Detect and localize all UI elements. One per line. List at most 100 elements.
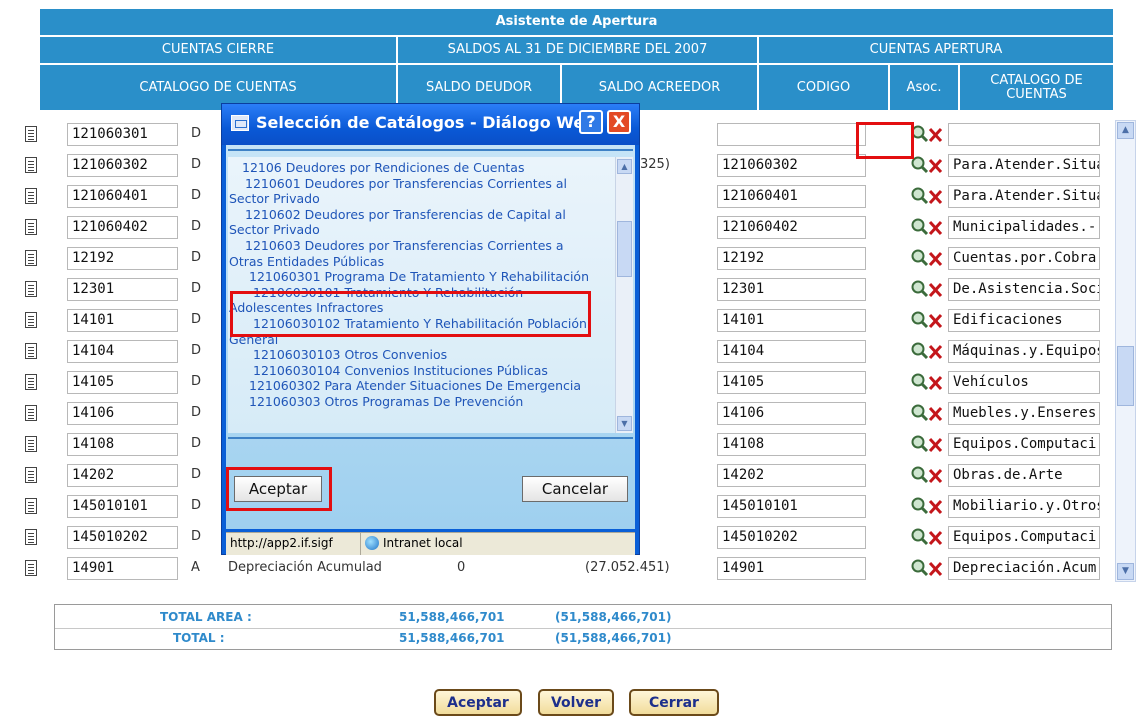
search-icon[interactable] xyxy=(910,434,944,454)
tree-scroll-thumb[interactable] xyxy=(617,221,632,277)
code-field[interactable]: 145010202 xyxy=(717,526,866,549)
tree-scroll-up-icon[interactable]: ▲ xyxy=(617,159,632,174)
search-icon[interactable] xyxy=(910,217,944,237)
search-icon[interactable] xyxy=(910,155,944,175)
account-field[interactable]: 14104 xyxy=(67,340,178,363)
account-field[interactable]: 12301 xyxy=(67,278,178,301)
catalog-name-field[interactable] xyxy=(948,123,1100,146)
tree-item[interactable]: 121060303 Otros Programas De Prevención xyxy=(249,394,523,409)
dialog-cancel-button[interactable]: Cancelar xyxy=(522,476,628,502)
search-icon[interactable] xyxy=(910,310,944,330)
code-field[interactable]: 14202 xyxy=(717,464,866,487)
catalog-name-field[interactable]: Máquinas.y.Equipos xyxy=(948,340,1100,363)
edit-row-icon[interactable] xyxy=(25,312,37,328)
edit-row-icon[interactable] xyxy=(25,157,37,173)
account-field[interactable]: 12192 xyxy=(67,247,178,270)
account-field[interactable]: 14202 xyxy=(67,464,178,487)
code-field[interactable] xyxy=(717,123,866,146)
search-icon[interactable] xyxy=(910,124,944,144)
account-field[interactable]: 14105 xyxy=(67,371,178,394)
tree-item[interactable]: 12106030103 Otros Convenios xyxy=(253,347,447,362)
dialog-titlebar[interactable]: Selección de Catálogos - Diálogo Web ? X xyxy=(222,104,639,145)
catalog-name-field[interactable]: Cuentas.por.Cobra xyxy=(948,247,1100,270)
search-icon[interactable] xyxy=(910,248,944,268)
catalog-name-field[interactable]: Equipos.Computaci xyxy=(948,433,1100,456)
edit-row-icon[interactable] xyxy=(25,374,37,390)
close-button[interactable]: Cerrar xyxy=(629,689,719,716)
edit-row-icon[interactable] xyxy=(25,498,37,514)
code-field[interactable]: 14105 xyxy=(717,371,866,394)
edit-row-icon[interactable] xyxy=(25,560,37,576)
catalog-name-field[interactable]: Depreciación.Acum xyxy=(948,557,1100,580)
search-icon[interactable] xyxy=(910,279,944,299)
account-field[interactable]: 145010202 xyxy=(67,526,178,549)
code-field[interactable]: 14108 xyxy=(717,433,866,456)
catalog-name-field[interactable]: Edificaciones xyxy=(948,309,1100,332)
back-button[interactable]: Volver xyxy=(538,689,614,716)
edit-row-icon[interactable] xyxy=(25,467,37,483)
catalog-name-field[interactable]: Para.Atender.Situa xyxy=(948,154,1100,177)
search-icon[interactable] xyxy=(910,496,944,516)
edit-row-icon[interactable] xyxy=(25,281,37,297)
account-field[interactable]: 121060301 xyxy=(67,123,178,146)
code-field[interactable]: 14901 xyxy=(717,557,866,580)
scroll-up-icon[interactable]: ▲ xyxy=(1117,122,1134,139)
tree-item[interactable]: 121060302 Para Atender Situaciones De Em… xyxy=(249,378,581,393)
tree-item[interactable]: Sector Privado xyxy=(229,222,320,237)
tree-item[interactable]: 121060301 Programa De Tratamiento Y Reha… xyxy=(249,269,589,284)
tree-scrollbar[interactable]: ▲ ▼ xyxy=(615,157,633,433)
account-field[interactable]: 14108 xyxy=(67,433,178,456)
search-icon[interactable] xyxy=(910,341,944,361)
search-icon[interactable] xyxy=(910,403,944,423)
account-field[interactable]: 14901 xyxy=(67,557,178,580)
code-field[interactable]: 121060302 xyxy=(717,154,866,177)
code-field[interactable]: 145010101 xyxy=(717,495,866,518)
help-icon[interactable]: ? xyxy=(579,110,603,134)
scroll-down-icon[interactable]: ▼ xyxy=(1117,563,1134,580)
search-icon[interactable] xyxy=(910,558,944,578)
account-field[interactable]: 14106 xyxy=(67,402,178,425)
edit-row-icon[interactable] xyxy=(25,219,37,235)
edit-row-icon[interactable] xyxy=(25,405,37,421)
edit-row-icon[interactable] xyxy=(25,529,37,545)
account-field[interactable]: 145010101 xyxy=(67,495,178,518)
edit-row-icon[interactable] xyxy=(25,343,37,359)
code-field[interactable]: 14106 xyxy=(717,402,866,425)
tree-item[interactable]: 12106 Deudores por Rendiciones de Cuenta… xyxy=(242,160,524,175)
scroll-thumb[interactable] xyxy=(1117,346,1134,406)
account-field[interactable]: 121060402 xyxy=(67,216,178,239)
tree-item[interactable]: 12106030104 Convenios Instituciones Públ… xyxy=(253,363,548,378)
account-field[interactable]: 121060401 xyxy=(67,185,178,208)
tree-scroll-down-icon[interactable]: ▼ xyxy=(617,416,632,431)
code-field[interactable]: 121060401 xyxy=(717,185,866,208)
catalog-name-field[interactable]: Muebles.y.Enseres xyxy=(948,402,1100,425)
edit-row-icon[interactable] xyxy=(25,188,37,204)
accept-button[interactable]: Aceptar xyxy=(434,689,522,716)
code-field[interactable]: 14104 xyxy=(717,340,866,363)
search-icon[interactable] xyxy=(910,186,944,206)
tree-item[interactable]: 1210603 Deudores por Transferencias Corr… xyxy=(245,238,564,253)
search-icon[interactable] xyxy=(910,465,944,485)
search-icon[interactable] xyxy=(910,527,944,547)
account-field[interactable]: 121060302 xyxy=(67,154,178,177)
account-field[interactable]: 14101 xyxy=(67,309,178,332)
dialog-close-icon[interactable]: X xyxy=(607,110,631,134)
catalog-name-field[interactable]: Municipalidades.-.P xyxy=(948,216,1100,239)
edit-row-icon[interactable] xyxy=(25,126,37,142)
catalog-name-field[interactable]: Para.Atender.Situa xyxy=(948,185,1100,208)
tree-item[interactable]: Sector Privado xyxy=(229,191,320,206)
code-field[interactable]: 14101 xyxy=(717,309,866,332)
search-icon[interactable] xyxy=(910,372,944,392)
catalog-name-field[interactable]: Obras.de.Arte xyxy=(948,464,1100,487)
catalog-name-field[interactable]: De.Asistencia.Socia xyxy=(948,278,1100,301)
tree-item[interactable]: 1210601 Deudores por Transferencias Corr… xyxy=(245,176,567,191)
catalog-name-field[interactable]: Vehículos xyxy=(948,371,1100,394)
catalog-name-field[interactable]: Equipos.Computaci xyxy=(948,526,1100,549)
edit-row-icon[interactable] xyxy=(25,250,37,266)
code-field[interactable]: 12192 xyxy=(717,247,866,270)
code-field[interactable]: 12301 xyxy=(717,278,866,301)
tree-item[interactable]: Otras Entidades Públicas xyxy=(229,254,384,269)
table-scrollbar[interactable]: ▲ ▼ xyxy=(1115,120,1136,582)
edit-row-icon[interactable] xyxy=(25,436,37,452)
code-field[interactable]: 121060402 xyxy=(717,216,866,239)
